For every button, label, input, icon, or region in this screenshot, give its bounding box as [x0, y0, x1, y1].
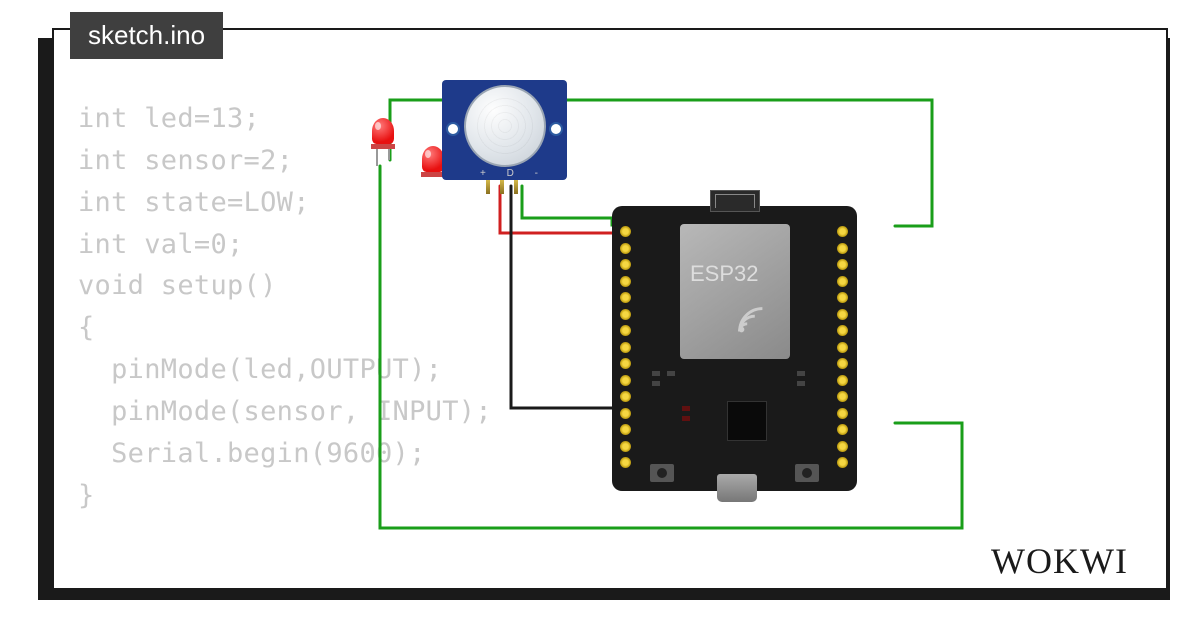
- esp32-usb-port-icon: [717, 474, 757, 502]
- pir-pin-vcc: [486, 180, 490, 194]
- pir-mount-hole: [549, 122, 563, 136]
- component-layer: + D - ESP32: [52, 28, 1168, 590]
- file-tab[interactable]: sketch.ino: [70, 12, 223, 59]
- smd-component: [652, 371, 660, 376]
- led-legs: [376, 148, 390, 166]
- esp32-chip-label: ESP32: [690, 261, 759, 287]
- esp32-shield: [680, 224, 790, 359]
- pir-dome-icon: [464, 85, 546, 167]
- esp32-pins-left: [620, 226, 632, 468]
- espressif-logo-icon: [732, 301, 770, 339]
- pir-pin-gnd: [514, 180, 518, 194]
- led-component[interactable]: [372, 118, 395, 149]
- led-bulb-icon: [422, 146, 444, 172]
- pir-pins: [486, 180, 518, 194]
- esp32-secondary-chip: [727, 401, 767, 441]
- smd-component: [797, 371, 805, 376]
- esp32-en-button[interactable]: [650, 464, 674, 482]
- file-tab-label: sketch.ino: [88, 20, 205, 50]
- pir-sensor[interactable]: + D -: [442, 80, 567, 185]
- smd-component: [797, 381, 805, 386]
- smd-component: [652, 381, 660, 386]
- esp32-board[interactable]: ESP32: [612, 206, 857, 506]
- led-bulb-icon: [372, 118, 394, 144]
- pir-pin-labels: + D -: [480, 168, 547, 179]
- esp32-pins-right: [837, 226, 849, 468]
- pir-pin-data: [500, 180, 504, 194]
- smd-component: [667, 371, 675, 376]
- smd-component: [682, 406, 690, 411]
- esp32-boot-button[interactable]: [795, 464, 819, 482]
- smd-component: [682, 416, 690, 421]
- led-leg-anode: [376, 148, 378, 166]
- pir-mount-hole: [446, 122, 460, 136]
- led-base: [371, 144, 395, 149]
- led-leg-cathode: [388, 148, 390, 160]
- esp32-antenna-icon: [710, 190, 760, 212]
